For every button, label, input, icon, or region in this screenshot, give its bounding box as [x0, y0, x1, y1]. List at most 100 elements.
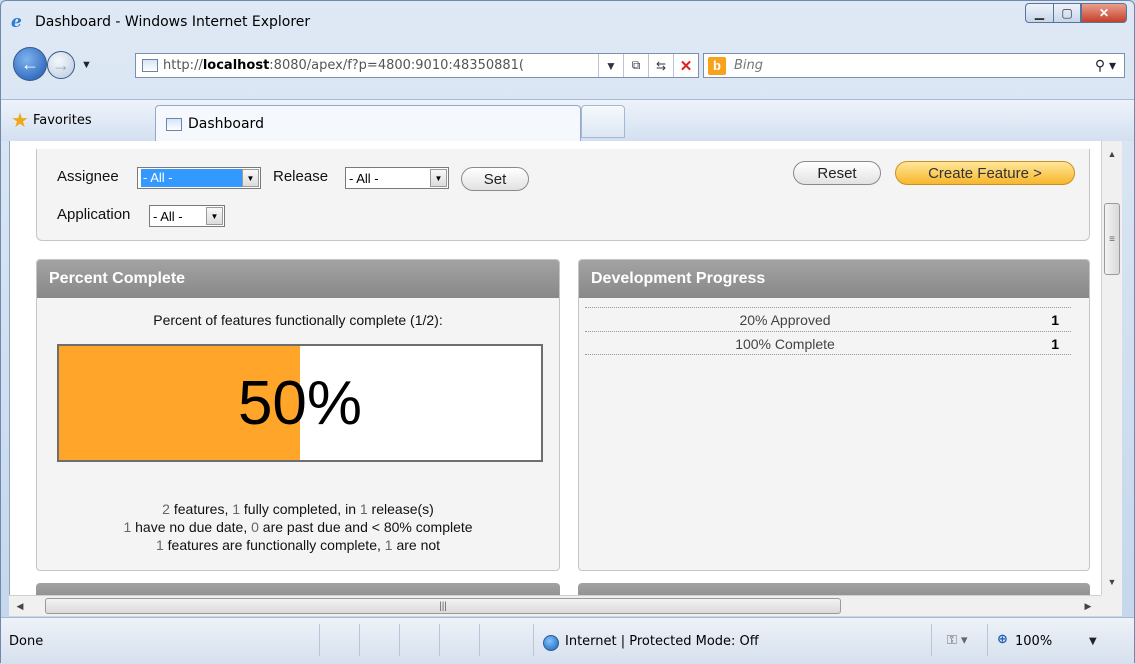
stop-button[interactable]: ✕	[673, 54, 698, 77]
summary-count: 1	[155, 537, 164, 553]
summary-count: 1	[232, 501, 241, 517]
vertical-scroll-thumb[interactable]: ≡	[1104, 203, 1120, 275]
maximize-button[interactable]: ▢	[1053, 3, 1081, 23]
search-placeholder: Bing	[734, 58, 764, 73]
status-divider	[987, 624, 988, 656]
favorites-button[interactable]: ★ Favorites	[11, 108, 92, 132]
scroll-up-icon[interactable]: ▲	[1102, 145, 1122, 163]
status-divider	[931, 624, 932, 656]
status-divider	[533, 624, 534, 656]
filter-region: Assignee - All - ▼ Release - All - ▼ Set…	[36, 149, 1090, 241]
release-value: - All -	[349, 170, 379, 186]
back-button[interactable]: ←	[13, 47, 47, 81]
status-divider	[359, 624, 360, 656]
back-arrow-icon: ←	[21, 53, 39, 74]
zoom-icon[interactable]: ⊕	[997, 632, 1008, 647]
percent-complete-title: Percent Complete	[37, 260, 559, 298]
progress-label: 100% Complete	[735, 336, 835, 352]
progress-count: 1	[1051, 336, 1059, 352]
horizontal-scroll-thumb[interactable]: |||	[45, 598, 841, 614]
address-bar[interactable]: http://localhost:8080/apex/f?p=4800:9010…	[135, 53, 699, 78]
window-controls: ▁ ▢ ✕	[1025, 3, 1127, 23]
summary-text: release(s)	[367, 501, 434, 517]
search-button[interactable]: ⚲ ▾	[1095, 57, 1116, 74]
navigation-bar: ← → ▼ http://localhost:8080/apex/f?p=480…	[1, 41, 1134, 91]
summary-count: 1	[384, 537, 393, 553]
chevron-down-icon: ▼	[430, 169, 447, 187]
create-feature-button[interactable]: Create Feature >	[895, 161, 1075, 185]
progress-count: 1	[1051, 312, 1059, 328]
summary-count: 2	[162, 501, 170, 517]
scroll-right-icon[interactable]: ▶	[1079, 596, 1097, 616]
next-region-header-left	[36, 583, 560, 595]
bing-logo-icon: b	[708, 56, 726, 75]
application-select[interactable]: - All - ▼	[149, 205, 225, 227]
page-icon	[142, 59, 158, 72]
next-region-header-right	[578, 583, 1090, 595]
close-button[interactable]: ✕	[1081, 3, 1127, 23]
page-content: Assignee - All - ▼ Release - All - ▼ Set…	[9, 141, 1101, 595]
zoom-level[interactable]: 100%	[1015, 634, 1052, 649]
summary-line-2: 1 have no due date, 0 are past due and <…	[37, 518, 559, 536]
horizontal-scrollbar[interactable]: ◀ ||| ▶	[9, 595, 1101, 616]
globe-icon	[543, 635, 559, 651]
chevron-down-icon[interactable]: ▼	[1089, 636, 1097, 647]
reset-button[interactable]: Reset	[793, 161, 881, 185]
search-icon: ⚲ ▾	[1094, 57, 1116, 73]
new-tab-button[interactable]	[581, 105, 625, 138]
summary-text: features are functionally complete,	[163, 537, 385, 553]
list-item: 20% Approved 1	[585, 307, 1071, 331]
summary-text: are past due and < 80% complete	[258, 519, 473, 535]
assignee-select[interactable]: - All - ▼	[137, 167, 261, 189]
vertical-scrollbar[interactable]: ▲ ≡ ▼	[1101, 141, 1122, 595]
development-progress-title: Development Progress	[579, 260, 1089, 298]
release-label: Release	[273, 168, 329, 185]
security-settings-icon[interactable]: ⚿ ▾	[947, 633, 968, 648]
close-icon: ✕	[1098, 6, 1110, 20]
percent-complete-value: 50%	[237, 368, 363, 438]
tab-label: Dashboard	[188, 116, 264, 132]
stop-icon: ✕	[679, 57, 693, 75]
minimize-icon: ▁	[1034, 6, 1045, 20]
search-box[interactable]: b Bing ⚲ ▾	[703, 53, 1125, 78]
application-value: - All -	[153, 208, 183, 224]
summary-text: have no due date,	[131, 519, 252, 535]
maximize-icon: ▢	[1061, 6, 1073, 20]
forward-button[interactable]: →	[47, 51, 75, 79]
ie-logo-icon: e	[11, 12, 22, 32]
minimize-button[interactable]: ▁	[1025, 3, 1053, 23]
scroll-down-icon[interactable]: ▼	[1102, 573, 1122, 591]
address-url[interactable]: http://localhost:8080/apex/f?p=4800:9010…	[163, 58, 553, 73]
window-title: Dashboard - Windows Internet Explorer	[35, 14, 311, 30]
list-item: 100% Complete 1	[585, 331, 1071, 355]
compatibility-icon: ⧉	[631, 58, 641, 72]
summary-count: 1	[359, 501, 368, 517]
address-dropdown-button[interactable]: ▼	[598, 54, 623, 77]
summary-line-1: 2 features, 1 fully completed, in 1 rele…	[37, 500, 559, 518]
tab-dashboard[interactable]: Dashboard	[155, 105, 581, 142]
star-icon: ★	[11, 108, 29, 132]
chevron-down-icon: ▼	[242, 169, 259, 187]
refresh-button[interactable]: ⇆	[648, 54, 673, 77]
security-zone[interactable]: Internet | Protected Mode: Off	[565, 634, 759, 649]
compatibility-view-button[interactable]: ⧉	[623, 54, 648, 77]
favorites-bar: ★ Favorites Dashboard	[1, 99, 1134, 142]
summary-text: features,	[169, 501, 233, 517]
summary-line-3: 1 features are functionally complete, 1 …	[37, 536, 559, 554]
development-progress-region: Development Progress 20% Approved 1 100%…	[578, 259, 1090, 571]
favorites-label: Favorites	[32, 112, 92, 128]
percent-complete-summary: 2 features, 1 fully completed, in 1 rele…	[37, 500, 559, 554]
recent-pages-dropdown[interactable]: ▼	[81, 59, 92, 71]
status-divider	[399, 624, 400, 656]
summary-text: are not	[392, 537, 441, 553]
assignee-value: - All -	[141, 169, 242, 187]
progress-label: 20% Approved	[739, 312, 831, 328]
set-button[interactable]: Set	[461, 167, 529, 191]
scroll-left-icon[interactable]: ◀	[11, 596, 29, 616]
release-select[interactable]: - All - ▼	[345, 167, 449, 189]
assignee-label: Assignee	[57, 168, 119, 185]
refresh-icon: ⇆	[655, 58, 667, 73]
title-bar: e Dashboard - Windows Internet Explorer …	[1, 1, 1134, 41]
development-progress-list: 20% Approved 1 100% Complete 1	[585, 307, 1071, 355]
browser-window: e Dashboard - Windows Internet Explorer …	[0, 0, 1135, 664]
